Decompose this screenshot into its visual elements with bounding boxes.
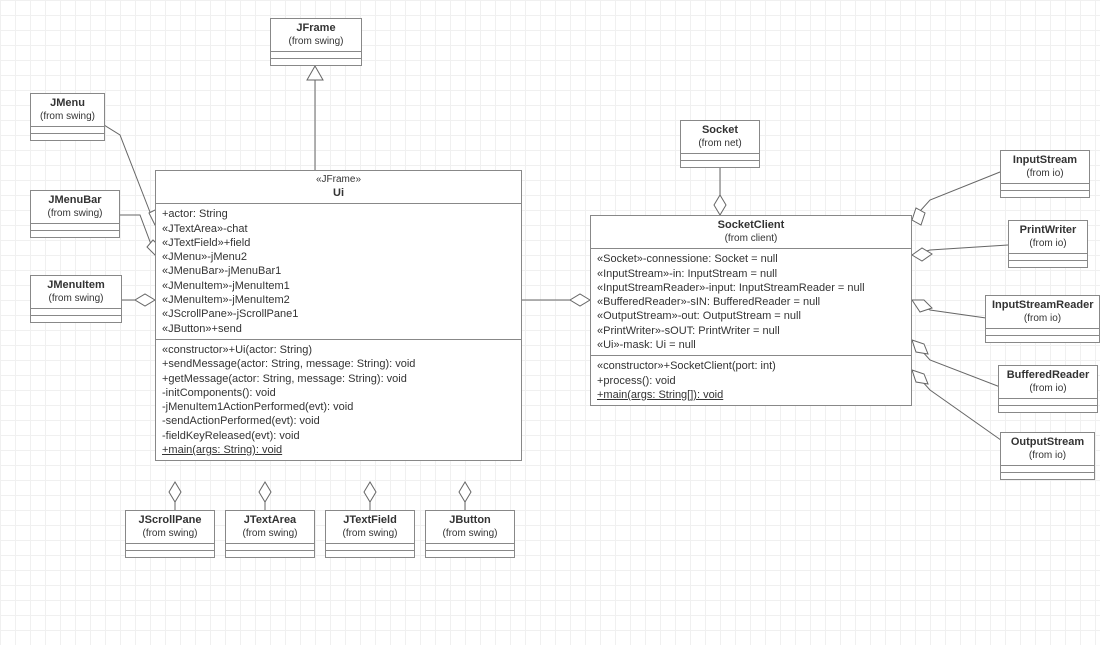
- class-from: (from swing): [132, 528, 208, 541]
- class-from: (from swing): [37, 111, 98, 124]
- attr-row: «JScrollPane»-jScrollPane1: [162, 307, 515, 321]
- op-row: +process(): void: [597, 374, 905, 388]
- class-from: (from io): [1007, 168, 1083, 181]
- attr-row: «OutputStream»-out: OutputStream = null: [597, 309, 905, 323]
- class-stereotype: «JFrame»: [162, 174, 515, 187]
- class-from: (from swing): [277, 36, 355, 49]
- attr-row: «Socket»-connessione: Socket = null: [597, 252, 905, 266]
- op-row: «constructor»+Ui(actor: String): [162, 343, 515, 357]
- attr-row: «JMenuItem»-jMenuItem2: [162, 293, 515, 307]
- attr-row: «JTextArea»-chat: [162, 222, 515, 236]
- class-from: (from io): [1005, 383, 1091, 396]
- class-jtextarea[interactable]: JTextArea (from swing): [225, 510, 315, 558]
- class-from: (from io): [1015, 238, 1081, 251]
- class-name: JButton: [432, 514, 508, 528]
- class-name: InputStreamReader: [992, 299, 1093, 313]
- class-from: (from swing): [332, 528, 408, 541]
- class-ui[interactable]: «JFrame» Ui +actor: String «JTextArea»-c…: [155, 170, 522, 461]
- attr-row: «InputStreamReader»-input: InputStreamRe…: [597, 281, 905, 295]
- class-name: JMenu: [37, 97, 98, 111]
- class-from: (from swing): [432, 528, 508, 541]
- class-name: JFrame: [277, 22, 355, 36]
- class-jtextfield[interactable]: JTextField (from swing): [325, 510, 415, 558]
- op-row: -jMenuItem1ActionPerformed(evt): void: [162, 400, 515, 414]
- op-row-static: +main(args: String): void: [162, 443, 515, 457]
- socketclient-operations: «constructor»+SocketClient(port: int) +p…: [591, 356, 911, 405]
- class-socket[interactable]: Socket (from net): [680, 120, 760, 168]
- class-name: InputStream: [1007, 154, 1083, 168]
- class-name: Socket: [687, 124, 753, 138]
- class-name: Ui: [162, 187, 515, 201]
- class-jbutton[interactable]: JButton (from swing): [425, 510, 515, 558]
- attr-row: «JMenu»-jMenu2: [162, 250, 515, 264]
- class-name: JTextField: [332, 514, 408, 528]
- class-from: (from swing): [37, 293, 115, 306]
- op-row: -fieldKeyReleased(evt): void: [162, 429, 515, 443]
- class-from: (from net): [687, 138, 753, 151]
- attr-row: «JTextField»+field: [162, 236, 515, 250]
- attr-row: «JMenuBar»-jMenuBar1: [162, 264, 515, 278]
- class-jmenuitem[interactable]: JMenuItem (from swing): [30, 275, 122, 323]
- class-name: OutputStream: [1007, 436, 1088, 450]
- class-name: BufferedReader: [1005, 369, 1091, 383]
- op-row-static: +main(args: String[]): void: [597, 388, 905, 402]
- class-printwriter[interactable]: PrintWriter (from io): [1008, 220, 1088, 268]
- op-row: -initComponents(): void: [162, 386, 515, 400]
- op-row: «constructor»+SocketClient(port: int): [597, 359, 905, 373]
- attr-row: «Ui»-mask: Ui = null: [597, 338, 905, 352]
- ui-operations: «constructor»+Ui(actor: String) +sendMes…: [156, 340, 521, 460]
- class-from: (from client): [597, 233, 905, 246]
- attr-row: «JButton»+send: [162, 322, 515, 336]
- op-row: +getMessage(actor: String, message: Stri…: [162, 372, 515, 386]
- class-jmenu[interactable]: JMenu (from swing): [30, 93, 105, 141]
- class-jscrollpane[interactable]: JScrollPane (from swing): [125, 510, 215, 558]
- class-from: (from io): [1007, 450, 1088, 463]
- attr-row: «JMenuItem»-jMenuItem1: [162, 279, 515, 293]
- class-from: (from io): [992, 313, 1093, 326]
- class-from: (from swing): [37, 208, 113, 221]
- class-name: JScrollPane: [132, 514, 208, 528]
- attr-row: «PrintWriter»-sOUT: PrintWriter = null: [597, 324, 905, 338]
- socketclient-attributes: «Socket»-connessione: Socket = null «Inp…: [591, 249, 911, 356]
- class-inputstream[interactable]: InputStream (from io): [1000, 150, 1090, 198]
- class-name: JMenuItem: [37, 279, 115, 293]
- class-bufferedreader[interactable]: BufferedReader (from io): [998, 365, 1098, 413]
- class-name: PrintWriter: [1015, 224, 1081, 238]
- op-row: -sendActionPerformed(evt): void: [162, 414, 515, 428]
- class-socketclient[interactable]: SocketClient (from client) «Socket»-conn…: [590, 215, 912, 406]
- class-name: JTextArea: [232, 514, 308, 528]
- attr-row: +actor: String: [162, 207, 515, 221]
- class-jframe[interactable]: JFrame (from swing): [270, 18, 362, 66]
- attr-row: «BufferedReader»-sIN: BufferedReader = n…: [597, 295, 905, 309]
- class-name: JMenuBar: [37, 194, 113, 208]
- class-jmenubar[interactable]: JMenuBar (from swing): [30, 190, 120, 238]
- ui-attributes: +actor: String «JTextArea»-chat «JTextFi…: [156, 204, 521, 340]
- attr-row: «InputStream»-in: InputStream = null: [597, 267, 905, 281]
- class-outputstream[interactable]: OutputStream (from io): [1000, 432, 1095, 480]
- class-name: SocketClient: [597, 219, 905, 233]
- class-from: (from swing): [232, 528, 308, 541]
- class-inputstreamreader[interactable]: InputStreamReader (from io): [985, 295, 1100, 343]
- op-row: +sendMessage(actor: String, message: Str…: [162, 357, 515, 371]
